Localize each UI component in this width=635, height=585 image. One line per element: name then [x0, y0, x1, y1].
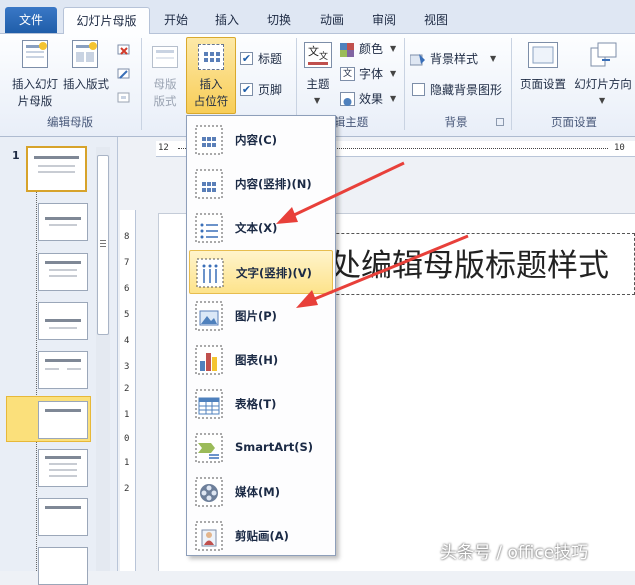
annotation-arrows: [276, 161, 469, 308]
watermark-text: 头条号 / office技巧: [440, 543, 589, 563]
annotation-arrow: [296, 234, 469, 308]
annotation-arrow: [276, 161, 405, 224]
